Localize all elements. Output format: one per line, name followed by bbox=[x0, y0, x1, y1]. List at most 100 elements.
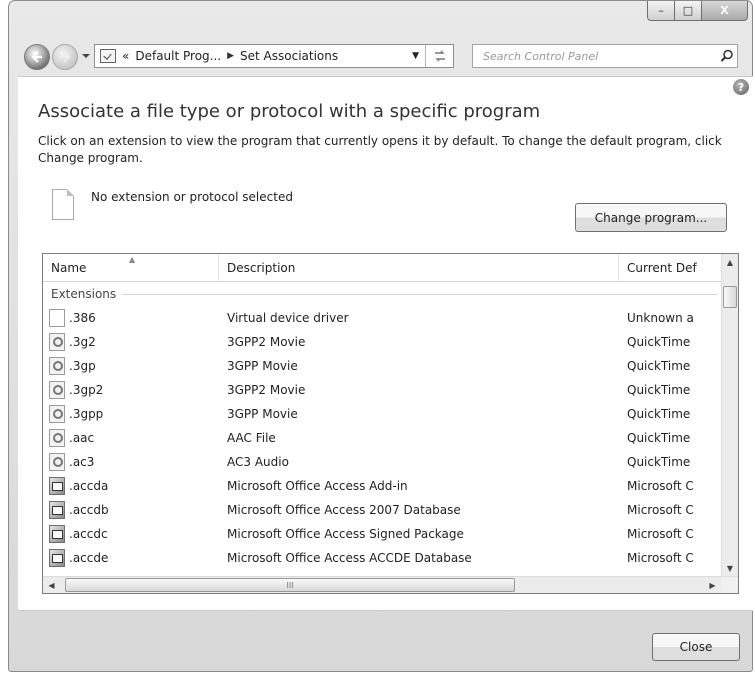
back-button[interactable] bbox=[24, 44, 50, 70]
forward-arrow-icon bbox=[60, 51, 71, 63]
row-name: .3g2 bbox=[69, 335, 96, 349]
list-row[interactable]: .3gp 3GPP Movie QuickTime bbox=[43, 354, 723, 378]
list-rows: .386 Virtual device driver Unknown a .3g2 3G… bbox=[43, 306, 723, 570]
row-description: Microsoft Office Access Add-in bbox=[227, 479, 408, 493]
row-name: .accdb bbox=[69, 503, 109, 517]
column-header-current-default[interactable]: Current Def bbox=[619, 254, 723, 282]
refresh-icon bbox=[434, 50, 445, 62]
column-header-name[interactable]: Name ▲ bbox=[43, 254, 219, 282]
row-description: 3GPP2 Movie bbox=[227, 335, 306, 349]
row-name-cell: .3gp2 bbox=[49, 381, 103, 399]
back-arrow-icon bbox=[31, 51, 42, 63]
row-current-default: Microsoft C bbox=[627, 503, 694, 517]
row-description: AAC File bbox=[227, 431, 276, 445]
row-name: .accdc bbox=[69, 527, 108, 541]
address-bar[interactable]: « Default Prog... ▶ Set Associations ▼ bbox=[94, 44, 454, 68]
column-header-name-label: Name bbox=[51, 261, 87, 275]
scroll-down-arrow-icon[interactable]: ▼ bbox=[722, 560, 738, 577]
row-name: .3gp2 bbox=[69, 383, 104, 397]
search-box[interactable]: Search Control Panel bbox=[472, 44, 738, 68]
breadcrumb-set-associations[interactable]: Set Associations bbox=[240, 49, 338, 63]
row-name-cell: .accdc bbox=[49, 525, 108, 543]
close-button[interactable]: Close bbox=[652, 633, 740, 661]
vertical-scroll-thumb[interactable] bbox=[723, 286, 737, 308]
minimize-button[interactable]: – bbox=[647, 1, 675, 21]
row-name: .3gpp bbox=[69, 407, 104, 421]
list-row[interactable]: .accdb Microsoft Office Access 2007 Datab… bbox=[43, 498, 723, 522]
access-file-icon bbox=[49, 501, 65, 519]
group-label: Extensions bbox=[51, 287, 117, 301]
list-row[interactable]: .3g2 3GPP2 Movie QuickTime bbox=[43, 330, 723, 354]
scroll-grip: III bbox=[286, 580, 294, 590]
breadcrumb-overflow[interactable]: « bbox=[122, 49, 129, 63]
access-file-icon bbox=[49, 525, 65, 543]
navigation-bar: « Default Prog... ▶ Set Associations ▼ S… bbox=[14, 40, 744, 70]
control-panel-icon bbox=[100, 49, 116, 63]
scroll-up-arrow-icon[interactable]: ▲ bbox=[722, 254, 738, 271]
address-dropdown-icon[interactable]: ▼ bbox=[412, 51, 419, 61]
forward-button[interactable] bbox=[52, 44, 78, 70]
row-name: .ac3 bbox=[69, 455, 95, 469]
row-name-cell: .accde bbox=[49, 549, 108, 567]
help-icon[interactable]: ? bbox=[733, 79, 749, 95]
row-name: .accde bbox=[69, 551, 109, 565]
row-current-default: Unknown a bbox=[627, 311, 694, 325]
row-description: 3GPP2 Movie bbox=[227, 383, 306, 397]
search-input[interactable]: Search Control Panel bbox=[483, 50, 717, 63]
row-description: 3GPP Movie bbox=[227, 359, 298, 373]
row-description: Virtual device driver bbox=[227, 311, 349, 325]
selection-label: No extension or protocol selected bbox=[91, 190, 293, 204]
dialog-footer: Close bbox=[18, 610, 753, 670]
list-row[interactable]: .accdc Microsoft Office Access Signed Pac… bbox=[43, 522, 723, 546]
scroll-right-arrow-icon[interactable]: ▶ bbox=[704, 577, 721, 593]
list-header: Name ▲ Description Current Def bbox=[43, 254, 723, 282]
row-description: Microsoft Office Access 2007 Database bbox=[227, 503, 461, 517]
row-name: .accda bbox=[69, 479, 109, 493]
page-title: Associate a file type or protocol with a… bbox=[38, 101, 541, 122]
blank-file-icon bbox=[52, 189, 74, 220]
refresh-button[interactable] bbox=[425, 45, 453, 67]
list-row[interactable]: .386 Virtual device driver Unknown a bbox=[43, 306, 723, 330]
breadcrumb-default-programs[interactable]: Default Prog... bbox=[135, 49, 221, 63]
change-program-button[interactable]: Change program... bbox=[575, 203, 727, 232]
search-icon[interactable] bbox=[717, 46, 737, 66]
column-header-description[interactable]: Description bbox=[219, 254, 619, 282]
row-description: AC3 Audio bbox=[227, 455, 289, 469]
scroll-left-arrow-icon[interactable]: ◀ bbox=[43, 577, 60, 593]
row-name-cell: .aac bbox=[49, 429, 94, 447]
vertical-scrollbar[interactable]: ▲ ▼ bbox=[721, 254, 738, 577]
horizontal-scroll-thumb[interactable]: III bbox=[65, 578, 515, 592]
associations-list[interactable]: Name ▲ Description Current Def Extension… bbox=[42, 253, 739, 594]
breadcrumb-separator-icon[interactable]: ▶ bbox=[227, 51, 234, 61]
close-window-button[interactable]: X bbox=[702, 1, 748, 21]
quicktime-file-icon bbox=[49, 333, 65, 351]
access-file-icon bbox=[49, 549, 65, 567]
list-row[interactable]: .3gpp 3GPP Movie QuickTime bbox=[43, 402, 723, 426]
row-current-default: QuickTime bbox=[627, 407, 691, 421]
list-row[interactable]: .accde Microsoft Office Access ACCDE Data… bbox=[43, 546, 723, 570]
quicktime-file-icon bbox=[49, 405, 65, 423]
row-description: 3GPP Movie bbox=[227, 407, 298, 421]
list-row[interactable]: .3gp2 3GPP2 Movie QuickTime bbox=[43, 378, 723, 402]
row-name-cell: .386 bbox=[49, 309, 96, 327]
quicktime-file-icon bbox=[49, 429, 65, 447]
blank-file-icon bbox=[49, 309, 65, 327]
row-name-cell: .3gpp bbox=[49, 405, 103, 423]
row-current-default: Microsoft C bbox=[627, 527, 694, 541]
row-name-cell: .3g2 bbox=[49, 333, 96, 351]
row-name: .386 bbox=[69, 311, 96, 325]
list-row[interactable]: .aac AAC File QuickTime bbox=[43, 426, 723, 450]
group-header-extensions[interactable]: Extensions bbox=[43, 284, 723, 304]
list-row[interactable]: .accda Microsoft Office Access Add-in Micr… bbox=[43, 474, 723, 498]
row-current-default: QuickTime bbox=[627, 455, 691, 469]
row-name-cell: .ac3 bbox=[49, 453, 94, 471]
recent-pages-dropdown-icon[interactable] bbox=[81, 51, 91, 61]
magnifier-glyph bbox=[720, 49, 733, 62]
row-name: .3gp bbox=[69, 359, 96, 373]
horizontal-scrollbar[interactable]: ◀ III ▶ bbox=[43, 576, 738, 593]
maximize-button[interactable]: □ bbox=[675, 1, 702, 21]
list-row[interactable]: .ac3 AC3 Audio QuickTime bbox=[43, 450, 723, 474]
caption-buttons: – □ X bbox=[647, 1, 748, 21]
content-pane: ? Associate a file type or protocol with… bbox=[18, 76, 753, 610]
scrollbar-corner bbox=[721, 577, 738, 593]
